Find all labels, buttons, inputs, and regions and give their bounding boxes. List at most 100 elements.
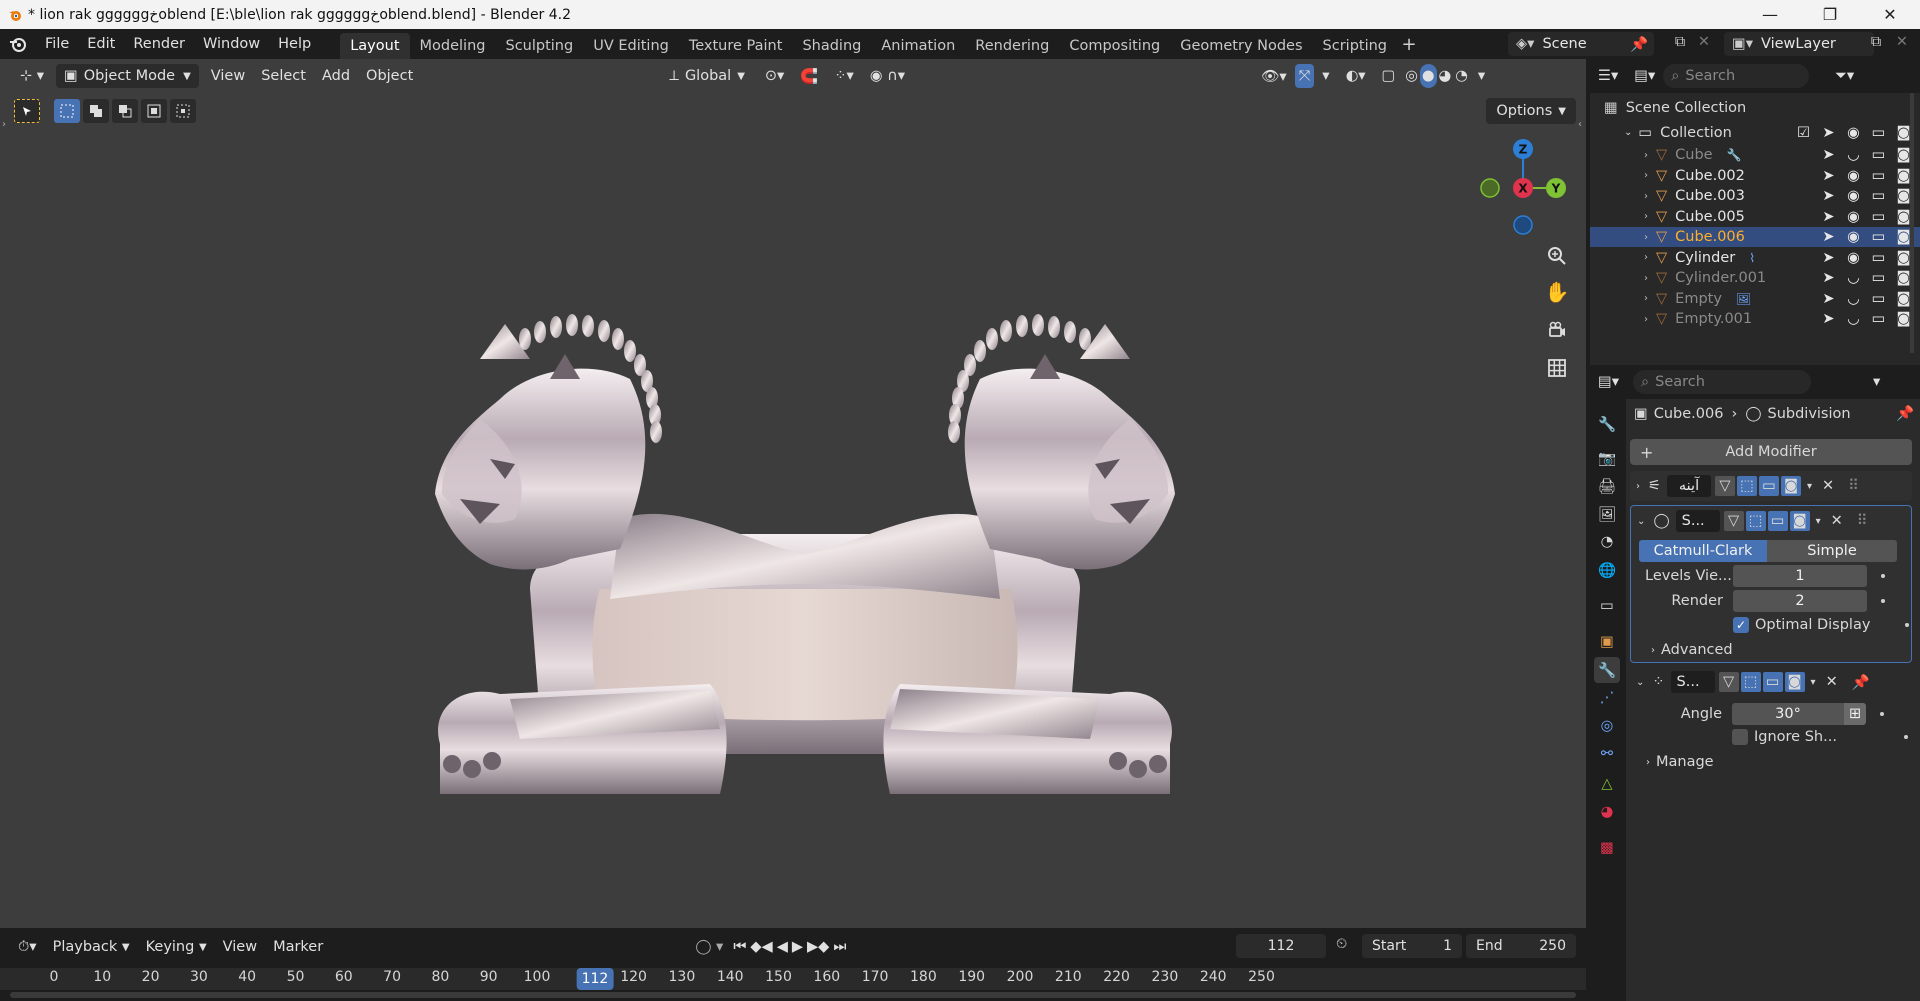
manage-subpanel-toggle[interactable]: › Manage xyxy=(1646,754,1714,770)
select-arrow-icon[interactable]: ➤ xyxy=(1820,168,1837,184)
remove-modifier-icon[interactable]: ✕ xyxy=(1826,674,1838,690)
menu-edit[interactable]: Edit xyxy=(78,29,124,59)
workspace-tab-compositing[interactable]: Compositing xyxy=(1059,33,1170,59)
realtime-icon[interactable]: ▭ xyxy=(1762,672,1783,692)
workspace-tab-layout[interactable]: Layout xyxy=(340,33,410,59)
outliner-item[interactable]: › ▽ Cylinder.001 ➤ ◡ ▭ ◙ xyxy=(1590,268,1920,288)
data-tab-icon[interactable]: △ xyxy=(1594,771,1620,797)
remove-modifier-icon[interactable]: ✕ xyxy=(1822,478,1834,494)
filter-icon[interactable]: ⏷▾ xyxy=(1827,64,1862,88)
viewlayer-selector[interactable]: ▣▾ ViewLayer xyxy=(1724,32,1874,56)
world-tab-icon[interactable]: 🌐 xyxy=(1594,557,1620,583)
monitor-icon[interactable]: ▭ xyxy=(1870,229,1887,245)
menu-window[interactable]: Window xyxy=(194,29,269,59)
solid-shading-icon[interactable]: ● xyxy=(1419,64,1437,88)
select-box-tool-icon[interactable] xyxy=(14,99,40,123)
optimal-display-checkbox[interactable]: ✓ xyxy=(1733,617,1749,633)
render-icon[interactable]: ◙ xyxy=(1781,476,1801,496)
keyframe-dot-icon[interactable] xyxy=(1881,574,1885,578)
realtime-icon[interactable]: ▭ xyxy=(1767,511,1788,531)
select-invert-icon[interactable] xyxy=(141,99,167,123)
next-keyframe-icon[interactable]: ▶◆ xyxy=(805,935,831,959)
eye-icon[interactable]: ◉ xyxy=(1845,250,1862,266)
edit-mode-icon[interactable]: ⬚ xyxy=(1740,672,1761,692)
keyframe-dot-icon[interactable] xyxy=(1880,712,1884,716)
properties-editor-icon[interactable]: ▤▾ xyxy=(1590,370,1627,394)
gizmo-toggle-icon[interactable]: ⤧ xyxy=(1294,64,1315,88)
axis-gizmo[interactable]: Z Y X xyxy=(1470,135,1570,235)
physics-tab-icon[interactable]: ◎ xyxy=(1594,713,1620,739)
properties-search[interactable]: ⌕ Search xyxy=(1632,370,1811,394)
ignore-sharp-checkbox[interactable] xyxy=(1732,729,1748,745)
chevron-right-icon[interactable]: › xyxy=(1644,150,1648,161)
jump-start-icon[interactable]: ⏮ xyxy=(731,935,748,959)
play-icon[interactable]: ▶ xyxy=(790,935,805,959)
play-reverse-icon[interactable]: ◀ xyxy=(775,935,790,959)
outliner-search[interactable]: ⌕ Search xyxy=(1663,64,1810,88)
menu-playback[interactable]: Playback ▼ xyxy=(45,935,138,959)
pivot-icon[interactable]: ⊙▾ xyxy=(757,64,792,88)
edit-cage-icon[interactable]: ▽ xyxy=(1715,476,1735,496)
output-tab-icon[interactable]: 🖨 xyxy=(1594,473,1620,499)
render-icon[interactable]: ◙ xyxy=(1789,511,1810,531)
eye-closed-icon[interactable]: ◡ xyxy=(1845,270,1862,286)
outliner-item[interactable]: › ▽ Cube.005 ➤ ◉ ▭ ◙ xyxy=(1590,207,1920,227)
eye-closed-icon[interactable]: ◡ xyxy=(1845,291,1862,307)
drag-handle-icon[interactable]: ⠿ xyxy=(1857,513,1868,529)
add-modifier-button[interactable]: + Add Modifier xyxy=(1630,439,1912,465)
menu-timeline-view[interactable]: View xyxy=(215,935,265,959)
editor-type-icon[interactable]: ⊹ ▾ xyxy=(12,64,52,88)
modifier-tab-icon[interactable]: 🔧 xyxy=(1594,657,1620,683)
tool-tab-icon[interactable]: 🔧 xyxy=(1594,411,1620,437)
eye-icon[interactable]: ◉ xyxy=(1845,168,1862,184)
subdivision-modifier-name[interactable]: S... xyxy=(1675,510,1720,532)
select-arrow-icon[interactable]: ➤ xyxy=(1820,125,1837,141)
edit-cage-icon[interactable]: ▽ xyxy=(1718,672,1739,692)
chevron-right-icon[interactable]: › xyxy=(1644,293,1648,304)
proportional-edit-icon[interactable]: ◉ ∩▾ xyxy=(862,64,913,88)
select-arrow-icon[interactable]: ➤ xyxy=(1820,270,1837,286)
menu-render[interactable]: Render xyxy=(124,29,194,59)
keyframe-dot-icon[interactable] xyxy=(1905,623,1909,627)
select-arrow-icon[interactable]: ➤ xyxy=(1820,229,1837,245)
wireframe-shading-icon[interactable]: ◎ xyxy=(1403,64,1420,88)
eye-icon[interactable]: ◉ xyxy=(1845,125,1862,141)
timeline-scrollbar[interactable] xyxy=(10,992,1576,998)
chevron-right-icon[interactable]: › xyxy=(1636,481,1640,492)
lion-capital-model[interactable] xyxy=(420,299,1190,809)
menu-file[interactable]: File xyxy=(36,29,78,59)
add-workspace-icon[interactable]: + xyxy=(1397,34,1421,55)
attribute-toggle-icon[interactable]: ⊞ xyxy=(1844,703,1866,725)
snap-icon[interactable]: 🧲 xyxy=(792,64,826,88)
mode-dropdown[interactable]: ▣ Object Mode ▼ xyxy=(56,64,199,88)
close-button[interactable]: ✕ xyxy=(1860,0,1920,29)
outliner-item[interactable]: › ▽ Cylinder ⌇ ➤ ◉ ▭ ◙ xyxy=(1590,248,1920,268)
delete-scene-icon[interactable]: ✕ xyxy=(1694,34,1714,50)
view-layer-tab-icon[interactable]: 🖼 xyxy=(1594,501,1620,527)
clock-editor-icon[interactable]: ⏱▾ xyxy=(10,935,45,959)
pin-icon[interactable]: 📌 xyxy=(1896,405,1914,422)
drag-handle-icon[interactable]: ⠿ xyxy=(1848,478,1859,494)
chevron-right-icon[interactable]: › xyxy=(1644,191,1648,202)
workspace-tab-scripting[interactable]: Scripting xyxy=(1313,33,1397,59)
workspace-tab-sculpting[interactable]: Sculpting xyxy=(495,33,583,59)
dropdown-icon[interactable]: ▾ xyxy=(1807,481,1812,492)
workspace-tab-modeling[interactable]: Modeling xyxy=(410,33,496,59)
select-arrow-icon[interactable]: ➤ xyxy=(1820,147,1837,163)
shading-options-icon[interactable]: ▾ xyxy=(1470,64,1493,88)
mirror-modifier-name[interactable]: آینه xyxy=(1667,475,1711,497)
menu-object[interactable]: Object xyxy=(358,64,421,88)
zoom-icon[interactable] xyxy=(1540,239,1574,273)
monitor-icon[interactable]: ▭ xyxy=(1870,125,1887,141)
monitor-icon[interactable]: ▭ xyxy=(1870,291,1887,307)
minimize-button[interactable]: — xyxy=(1740,0,1800,29)
outliner-item[interactable]: › ▽ Cube.002 ➤ ◉ ▭ ◙ xyxy=(1590,166,1920,186)
options-dropdown[interactable]: Options ▼ xyxy=(1486,98,1576,124)
rendered-shading-icon[interactable]: ◔ xyxy=(1453,64,1470,88)
snap-target-icon[interactable]: ⁘▾ xyxy=(826,64,861,88)
outliner-item[interactable]: › ▽ Cube.006 ➤ ◉ ▭ ◙ xyxy=(1590,227,1920,247)
workspace-tab-uv-editing[interactable]: UV Editing xyxy=(583,33,679,59)
delete-viewlayer-icon[interactable]: ✕ xyxy=(1892,34,1912,50)
workspace-tab-animation[interactable]: Animation xyxy=(871,33,965,59)
menu-marker[interactable]: Marker xyxy=(265,935,331,959)
